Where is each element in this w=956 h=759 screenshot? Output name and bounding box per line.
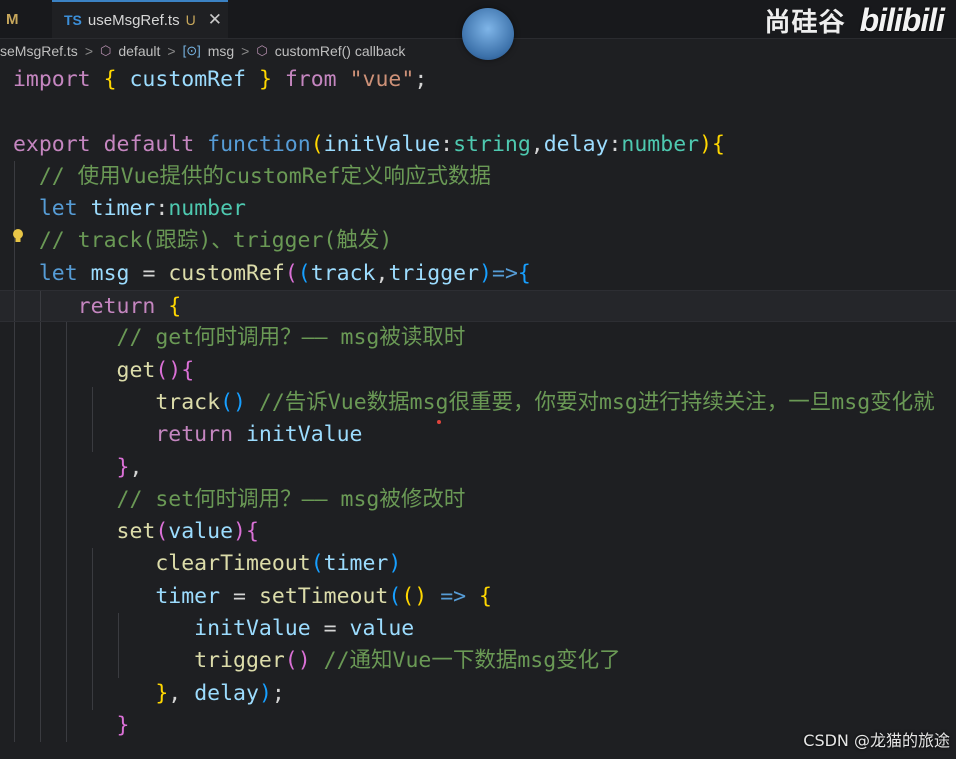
code-line: // 使用Vue提供的customRef定义响应式数据 — [0, 160, 956, 194]
breadcrumb-file[interactable]: seMsgRef.ts — [0, 43, 78, 59]
code-line: export default function(initValue:string… — [12, 131, 725, 157]
code-line: }, — [0, 451, 956, 484]
watermark-brand: 尚硅谷 — [764, 8, 846, 38]
watermark: 尚硅谷 bilibili — [764, 2, 945, 39]
bilibili-logo: bilibili — [859, 2, 945, 38]
code-line: let msg = customRef((track,trigger)=>{ — [0, 257, 956, 291]
code-line: let timer:number — [0, 193, 956, 226]
chevron-right-icon: > — [167, 43, 176, 59]
code-line: }, delay); — [0, 677, 956, 710]
breadcrumb-default[interactable]: default — [118, 43, 160, 59]
lightbulb-icon[interactable] — [12, 228, 24, 244]
typescript-icon: TS — [64, 12, 82, 28]
tab-usemsgref[interactable]: TS useMsgRef.ts U ✕ — [52, 0, 228, 38]
untracked-badge: U — [185, 12, 196, 28]
code-line: // track(跟踪)、trigger(触发) — [0, 225, 956, 258]
chevron-right-icon: > — [241, 43, 250, 59]
code-line: timer = setTimeout(() => { — [0, 580, 956, 614]
code-editor[interactable]: import { customRef } from "vue"; export … — [0, 64, 956, 759]
code-line: initValue = value — [0, 613, 956, 646]
symbol-variable-icon: [⊙] — [182, 43, 201, 58]
symbol-method-icon: ⬡ — [100, 43, 112, 58]
tab-modified-file[interactable]: M — [0, 0, 44, 38]
code-line: // get何时调用？—— msg被读取时 — [0, 322, 956, 355]
symbol-method-icon: ⬡ — [256, 43, 268, 58]
breadcrumb-callback[interactable]: customRef() callback — [275, 43, 406, 59]
code-line-current: return { — [0, 290, 956, 323]
close-icon[interactable]: ✕ — [208, 10, 222, 30]
code-line: clearTimeout(timer) — [0, 548, 956, 581]
tab-modified-label: M — [6, 10, 19, 28]
code-line: trigger() //通知Vue一下数据msg变化了 — [0, 645, 956, 678]
tab-filename: useMsgRef.ts — [87, 11, 180, 29]
chevron-right-icon: > — [84, 43, 93, 59]
cursor-marker — [437, 420, 441, 424]
code-line: set(value){ — [0, 516, 956, 549]
breadcrumb-msg[interactable]: msg — [208, 43, 234, 59]
code-line: return initValue — [0, 419, 956, 452]
breadcrumb: seMsgRef.ts > ⬡ default > [⊙] msg > ⬡ cu… — [0, 40, 956, 62]
code-line: // set何时调用？—— msg被修改时 — [0, 483, 956, 517]
code-line: get(){ — [0, 354, 956, 387]
code-line: track() //告诉Vue数据msg很重要，你要对msg进行持续关注，一旦m… — [0, 386, 956, 420]
code-line: import { customRef } from "vue"; — [12, 67, 428, 92]
csdn-watermark: CSDN @龙猫的旅途 — [803, 731, 950, 750]
